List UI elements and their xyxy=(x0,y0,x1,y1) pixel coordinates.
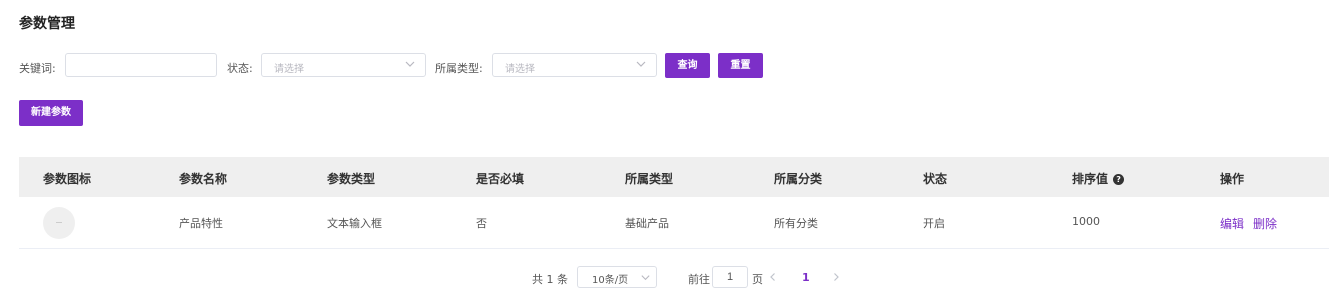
goto-label: 前往 xyxy=(688,273,710,286)
chevron-down-icon xyxy=(636,61,646,67)
page-size-select[interactable]: 10条/页 xyxy=(577,266,657,288)
status-select-placeholder: 请选择 xyxy=(274,64,304,75)
page-unit-label: 页 xyxy=(752,273,763,286)
page-number-current[interactable]: 1 xyxy=(802,271,810,284)
header-belong-type: 所属类型 xyxy=(625,172,674,186)
header-type: 参数类型 xyxy=(327,172,376,186)
header-status: 状态 xyxy=(923,172,948,186)
header-name: 参数名称 xyxy=(179,172,228,186)
header-icon: 参数图标 xyxy=(43,172,92,186)
status-label: 状态: xyxy=(227,62,253,75)
search-button[interactable]: 查询 xyxy=(665,53,710,78)
chevron-down-icon xyxy=(405,61,415,67)
cell-required: 否 xyxy=(476,217,487,230)
type-select-placeholder: 请选择 xyxy=(505,64,535,75)
header-sort: 排序值? xyxy=(1072,170,1125,187)
param-icon-placeholder xyxy=(43,207,75,239)
chevron-down-icon xyxy=(641,275,650,281)
cell-type: 文本输入框 xyxy=(327,217,382,230)
header-sort-label: 排序值 xyxy=(1072,172,1109,186)
new-param-button[interactable]: 新建参数 xyxy=(19,100,83,126)
pagination-total: 共 1 条 xyxy=(532,273,568,286)
chevron-left-icon[interactable] xyxy=(768,272,778,282)
table-header: 参数图标 参数名称 参数类型 是否必填 所属类型 所属分类 状态 排序值? 操作 xyxy=(19,157,1329,197)
keyword-input[interactable] xyxy=(65,53,217,77)
cell-name: 产品特性 xyxy=(179,217,223,230)
keyword-label: 关键词: xyxy=(19,62,56,75)
header-required: 是否必填 xyxy=(476,172,525,186)
type-label: 所属类型: xyxy=(435,62,483,75)
chevron-right-icon[interactable] xyxy=(831,272,841,282)
status-select[interactable]: 请选择 xyxy=(261,53,426,77)
goto-page-input[interactable] xyxy=(712,266,748,288)
delete-link[interactable]: 删除 xyxy=(1253,215,1277,232)
page-size-value: 10条/页 xyxy=(592,275,629,286)
reset-button[interactable]: 重置 xyxy=(718,53,763,78)
question-circle-icon[interactable]: ? xyxy=(1113,174,1125,185)
cell-category: 所有分类 xyxy=(774,217,818,230)
cell-belong-type: 基础产品 xyxy=(625,217,669,230)
edit-link[interactable]: 编辑 xyxy=(1220,215,1244,232)
page-title: 参数管理 xyxy=(19,16,75,32)
header-category: 所属分类 xyxy=(774,172,823,186)
type-select[interactable]: 请选择 xyxy=(492,53,657,77)
cell-sort: 1000 xyxy=(1072,215,1100,228)
cell-status: 开启 xyxy=(923,217,945,230)
header-actions: 操作 xyxy=(1220,172,1245,186)
table-row: 产品特性 文本输入框 否 基础产品 所有分类 开启 1000 编辑 删除 xyxy=(19,197,1329,249)
